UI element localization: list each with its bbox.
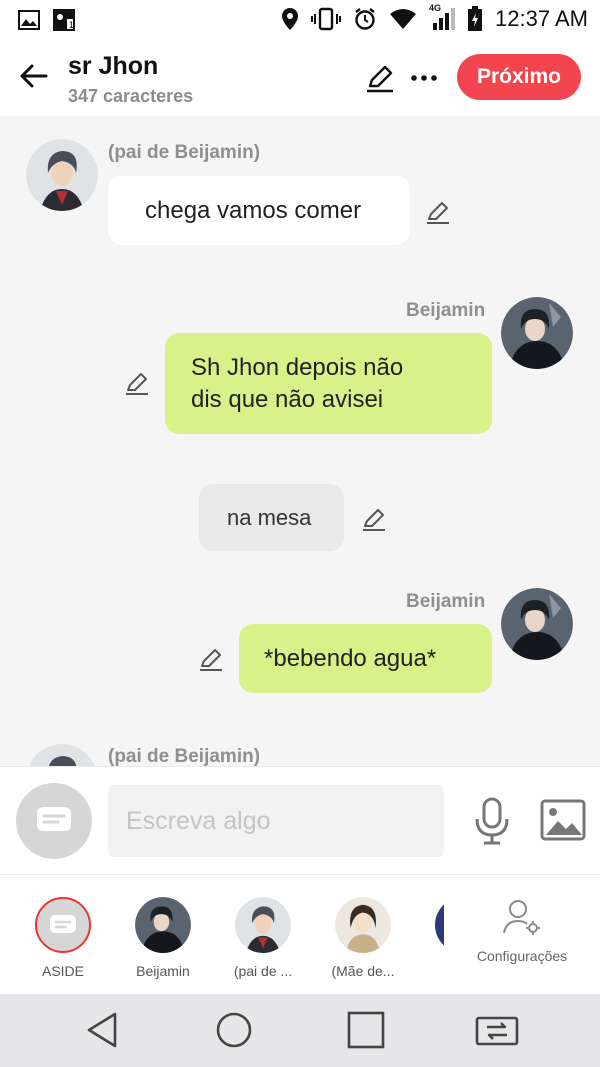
- message-text: chega vamos comer: [145, 197, 362, 224]
- gallery-notification-icon: [18, 10, 40, 30]
- character-beijamin[interactable]: Beijamin: [115, 897, 211, 979]
- nav-switch-icon[interactable]: [474, 1010, 520, 1050]
- page-title: sr Jhon: [68, 52, 159, 80]
- app-header: sr Jhon 347 caracteres Próximo: [0, 40, 600, 116]
- message-text: na mesa: [227, 505, 312, 530]
- image-icon[interactable]: [540, 799, 586, 841]
- avatar-pai-de-beijamin[interactable]: [26, 139, 98, 211]
- chat-bubble-icon: [37, 807, 71, 831]
- character-selector: ASIDE Beijamin (pai de ... (Mãe de... Co…: [0, 874, 600, 994]
- speaker-name: Beijamin: [406, 300, 486, 321]
- status-bar: 1 4G 12:37 AM: [0, 0, 600, 40]
- pencil-icon[interactable]: [123, 369, 151, 397]
- location-icon: [282, 8, 299, 30]
- character-label: ASIDE: [41, 963, 84, 979]
- aside-avatar: [35, 897, 91, 953]
- message-text-line: dis que não avisei: [191, 386, 384, 413]
- nav-back-icon[interactable]: [83, 1010, 123, 1050]
- microphone-icon[interactable]: [472, 797, 512, 845]
- character-label: (pai de ...: [233, 963, 293, 979]
- settings-label: Configurações: [476, 948, 568, 964]
- aside-bubble[interactable]: na mesa: [199, 484, 344, 551]
- wifi-icon: [390, 9, 417, 29]
- system-navigation-bar: [0, 994, 600, 1067]
- speaker-name: Beijamin: [406, 591, 486, 612]
- pencil-icon[interactable]: [364, 62, 396, 94]
- speaker-name: (pai de Beijamin): [108, 746, 261, 766]
- character-mae-de[interactable]: (Mãe de...: [315, 897, 411, 979]
- character-label: Beijamin: [136, 963, 190, 979]
- nav-recents-icon[interactable]: [346, 1010, 386, 1050]
- nav-home-icon[interactable]: [214, 1010, 254, 1050]
- more-icon[interactable]: [408, 62, 440, 94]
- aside-mode-button[interactable]: [16, 783, 92, 859]
- network-type: 4G: [429, 3, 442, 13]
- chat-area[interactable]: (pai de Beijamin) chega vamos comer Beij…: [0, 116, 600, 766]
- chat-bubble-icon: [50, 915, 76, 933]
- vibrate-icon: [311, 7, 342, 31]
- back-arrow-icon[interactable]: [16, 58, 52, 94]
- character-label: (Mãe de...: [331, 963, 395, 979]
- pencil-icon[interactable]: [424, 198, 452, 226]
- avatar-beijamin[interactable]: [501, 588, 573, 660]
- avatar-pai-de-beijamin: [235, 897, 291, 953]
- clock: 12:37 AM: [495, 6, 588, 31]
- avatar-pai-de-beijamin[interactable]: [26, 744, 98, 766]
- settings-button[interactable]: Configurações: [444, 875, 600, 994]
- alarm-icon: [355, 8, 375, 30]
- character-pai-de-beijamin[interactable]: (pai de ...: [215, 897, 311, 979]
- settings-icon: [503, 900, 540, 935]
- message-text: *bebendo agua*: [264, 645, 437, 672]
- avatar-beijamin[interactable]: [501, 297, 573, 369]
- next-button[interactable]: Próximo: [457, 54, 581, 100]
- character-aside[interactable]: ASIDE: [15, 897, 111, 979]
- message-bubble[interactable]: Sh Jhon depois não dis que não avisei: [165, 333, 492, 434]
- character-count: 347 caracteres: [68, 86, 194, 106]
- pencil-icon[interactable]: [197, 645, 225, 673]
- battery-icon: [468, 6, 483, 31]
- avatar-beijamin: [135, 897, 191, 953]
- message-input[interactable]: [108, 785, 444, 857]
- pencil-icon[interactable]: [360, 505, 388, 533]
- message-bubble[interactable]: chega vamos comer: [108, 176, 410, 245]
- avatar-mae-de: [335, 897, 391, 953]
- message-composer: [0, 766, 600, 874]
- speaker-name: (pai de Beijamin): [108, 142, 261, 163]
- svg-text:1: 1: [69, 21, 75, 31]
- message-bubble[interactable]: *bebendo agua*: [239, 624, 492, 693]
- message-text-line: Sh Jhon depois não: [191, 354, 404, 381]
- key-notification-icon: 1: [53, 9, 75, 31]
